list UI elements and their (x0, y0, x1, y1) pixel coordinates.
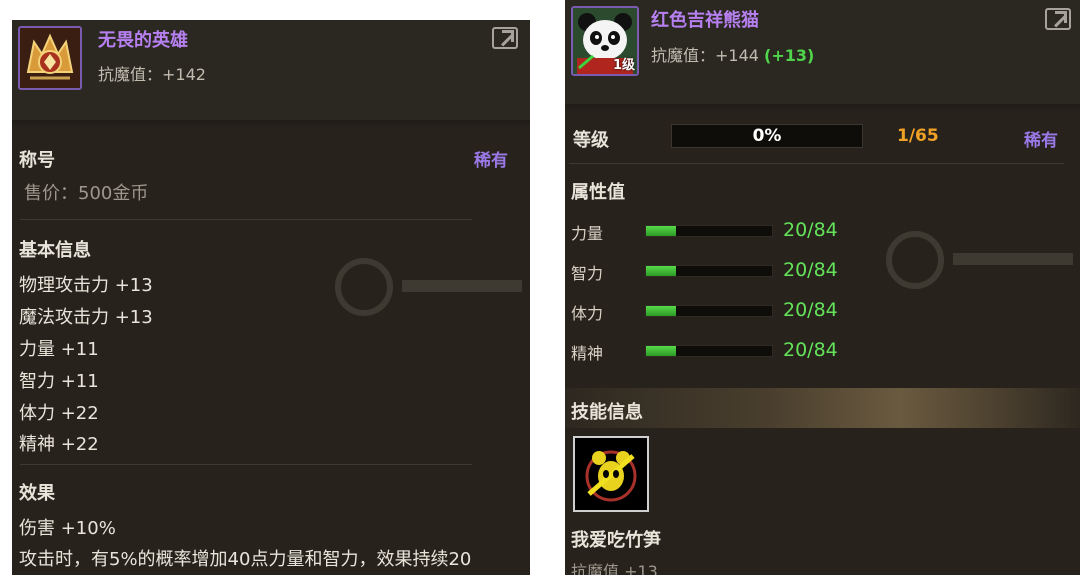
attribute-label: 精神 (571, 344, 604, 363)
effect-line: 伤害 +10% (19, 518, 116, 539)
pet-tooltip-right: 1级 红色吉祥熊猫 抗魔值：+144 (+13) 等级 0% 1/65 稀有 属… (565, 0, 1080, 575)
panda-skill-icon[interactable] (573, 436, 649, 512)
attribute-label: 力量 (571, 224, 604, 243)
attribute-bar (645, 265, 773, 277)
price-text: 售价：500金币 (24, 183, 149, 204)
basic-info-heading: 基本信息 (19, 240, 91, 261)
attribute-value: 20/84 (783, 259, 838, 281)
divider (20, 464, 472, 465)
hero-emblem-icon[interactable] (18, 26, 82, 90)
pet-level-badge: 1级 (612, 58, 635, 73)
divider (569, 163, 1064, 164)
panda-icon[interactable]: 1级 (571, 6, 639, 76)
attribute-label: 体力 (571, 304, 604, 323)
effect-line: 攻击时，有5%的概率增加40点力量和智力，效果持续20 (19, 549, 472, 570)
watermark-logo (335, 258, 522, 316)
stat-line: 智力 +11 (19, 371, 99, 392)
stat-line: 物理攻击力 +13 (19, 275, 153, 296)
attribute-bar (645, 305, 773, 317)
stat-line: 精神 +22 (19, 434, 99, 455)
stat-line: 魔法攻击力 +13 (19, 307, 153, 328)
share-icon[interactable] (492, 27, 518, 49)
skill-bonus: 抗魔值 +13 (571, 562, 658, 575)
category-heading: 称号 (19, 150, 55, 171)
effect-heading: 效果 (19, 483, 55, 504)
attribute-value: 20/84 (783, 339, 838, 361)
attribute-heading: 属性值 (571, 182, 625, 203)
pet-title: 红色吉祥熊猫 (651, 10, 759, 31)
rarity-label: 稀有 (1024, 131, 1058, 151)
attribute-value: 20/84 (783, 219, 838, 241)
watermark-logo (886, 231, 1073, 289)
item-tooltip-left: 无畏的英雄 抗魔值：+142 称号 稀有 售价：500金币 基本信息 物理攻击力… (12, 20, 530, 575)
stat-line: 力量 +11 (19, 339, 99, 360)
magic-resist-value: 抗魔值：+142 (98, 65, 206, 84)
skill-heading: 技能信息 (571, 402, 643, 423)
attribute-value: 20/84 (783, 299, 838, 321)
level-count: 1/65 (897, 126, 939, 146)
attribute-bar (645, 225, 773, 237)
magic-resist-value: 抗魔值：+144 (+13) (651, 46, 815, 65)
share-icon[interactable] (1045, 8, 1071, 30)
level-progress-bar: 0% (671, 124, 863, 148)
stat-line: 体力 +22 (19, 403, 99, 424)
level-label: 等级 (573, 130, 609, 151)
divider (20, 219, 472, 220)
tooltip-header (12, 20, 530, 120)
attribute-bar (645, 345, 773, 357)
skill-name: 我爱吃竹笋 (571, 530, 661, 551)
rarity-label: 稀有 (474, 151, 508, 171)
item-title: 无畏的英雄 (98, 30, 188, 51)
attribute-label: 智力 (571, 264, 604, 283)
tooltip-header (565, 0, 1080, 104)
